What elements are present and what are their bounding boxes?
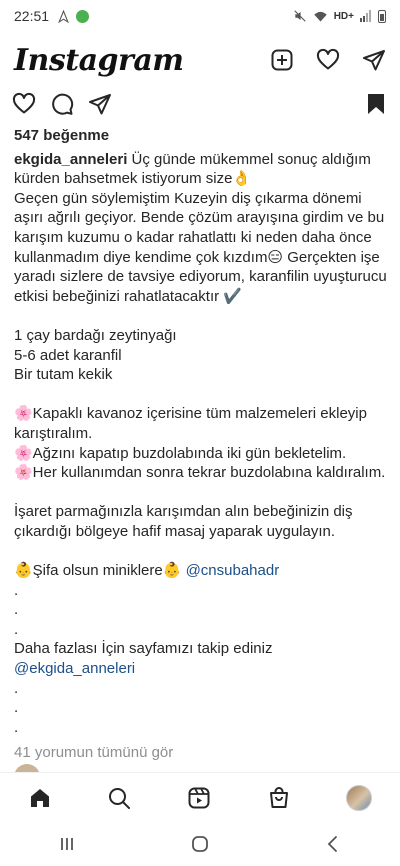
wish-mention-link[interactable]: @cnsubahadr: [186, 562, 280, 579]
status-notification-icons: [57, 9, 90, 23]
system-navigation-bar: [0, 822, 400, 866]
post-action-bar: [0, 90, 400, 118]
ingredient-item: 1 çay bardağı zeytinyağı: [14, 326, 177, 344]
bottom-navigation: [0, 772, 400, 822]
instruction-text: İşaret parmağınızla karışımdan alın bebe…: [14, 503, 353, 540]
search-icon[interactable]: [107, 786, 131, 810]
status-time: 22:51: [14, 8, 50, 24]
battery-icon: [378, 9, 386, 23]
home-button-icon[interactable]: [190, 834, 210, 854]
follow-text: Daha fazlası İçin sayfamızı takip ediniz: [14, 640, 273, 658]
step-item: 🌸Her kullanımdan sonra tekrar buzdolabın…: [14, 464, 386, 482]
step-item: 🌸Kapaklı kavanoz içerisine tüm malzemele…: [14, 405, 367, 442]
step-item: 🌸Ağzını kapatıp buzdolabında iki gün bek…: [14, 444, 347, 462]
direct-message-icon[interactable]: [362, 48, 386, 72]
dot-line: .: [14, 679, 19, 697]
like-heart-icon[interactable]: [12, 92, 36, 116]
signal-icon: [360, 10, 371, 22]
navigation-arrow-icon: [58, 9, 69, 23]
dot-line: .: [14, 601, 19, 619]
instagram-logo[interactable]: Instagram: [14, 43, 184, 78]
ingredient-item: Bir tutam kekik: [14, 366, 113, 384]
status-bar: 22:51 HD+: [0, 0, 400, 32]
status-right-icons: HD+: [293, 9, 386, 23]
wifi-icon: [313, 11, 327, 21]
share-icon[interactable]: [88, 92, 112, 116]
caption-username[interactable]: ekgida_anneleri: [14, 151, 127, 168]
post-content: 547 beğenme ekgida_anneleri Üç günde mük…: [14, 126, 394, 763]
dot-line: .: [14, 581, 19, 599]
plus-square-icon[interactable]: [270, 48, 294, 72]
view-all-comments-link[interactable]: 41 yorumun tümünü gör: [14, 743, 394, 763]
home-icon[interactable]: [28, 786, 52, 810]
caption-intro: ekgida_anneleri Üç günde mükemmel sonuç …: [14, 150, 394, 189]
likes-count[interactable]: 547 beğenme: [14, 126, 394, 146]
network-type-label: HD+: [333, 10, 354, 22]
instagram-header: Instagram: [0, 38, 400, 82]
app-notification-icon: [76, 9, 90, 23]
dot-line: .: [14, 718, 19, 736]
dot-line: .: [14, 699, 19, 717]
post-caption: ekgida_anneleri Üç günde mükemmel sonuç …: [14, 150, 394, 738]
shop-bag-icon[interactable]: [267, 786, 291, 810]
follow-mention-link[interactable]: @ekgida_anneleri: [14, 659, 394, 679]
ingredient-item: 5-6 adet karanfil: [14, 346, 122, 364]
reels-icon[interactable]: [187, 786, 211, 810]
wish-line: 👶Şifa olsun miniklere👶 @cnsubahadr: [14, 561, 394, 581]
caption-paragraph: Geçen gün söylemiştim Kuzeyin diş çıkarm…: [14, 189, 387, 305]
activity-heart-icon[interactable]: [316, 48, 340, 72]
wish-text: 👶Şifa olsun miniklere👶: [14, 562, 186, 580]
dot-line: .: [14, 620, 19, 638]
header-actions: [270, 48, 386, 72]
back-icon[interactable]: [323, 834, 343, 854]
comment-icon[interactable]: [50, 92, 74, 116]
bookmark-icon[interactable]: [364, 92, 388, 116]
mute-icon: [294, 10, 306, 22]
profile-avatar[interactable]: [346, 784, 373, 811]
recent-apps-icon[interactable]: [57, 834, 77, 854]
